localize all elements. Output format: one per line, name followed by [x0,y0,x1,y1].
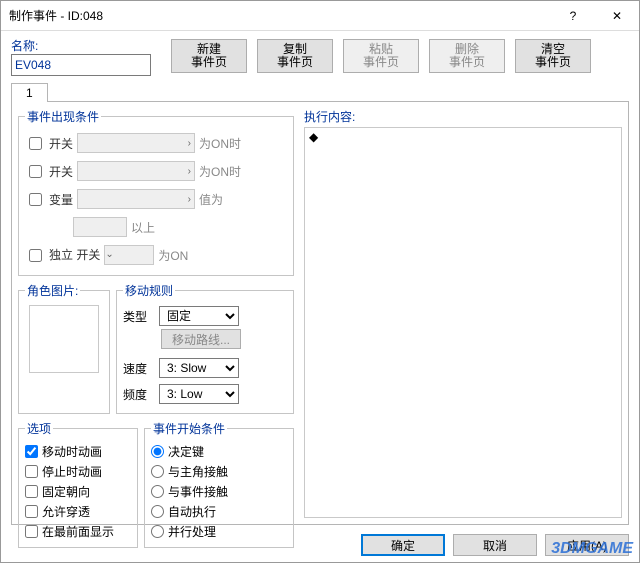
trig-action[interactable] [151,445,164,458]
cond-switch1-label: 开关 [49,135,73,152]
cond-switch2-label: 开关 [49,163,73,180]
move-type-select[interactable]: 固定 [159,306,239,326]
cond-variable-suffix: 值为 [199,191,223,208]
cond-variable-check[interactable] [29,193,42,206]
chevron-down-icon: ⌄ [105,249,113,260]
tab-body: 事件出现条件 开关 › 为ON时 开关 › 为ON时 [11,101,629,525]
chevron-right-icon: › [188,138,191,149]
cond-switch2-check[interactable] [29,165,42,178]
character-image-box[interactable] [29,305,99,373]
tab-1[interactable]: 1 [11,83,48,102]
close-icon: ✕ [612,9,622,23]
trigger-group: 事件开始条件 决定键 与主角接触 与事件接触 自动执行 并行处理 [144,420,294,548]
move-type-label: 类型 [123,308,153,325]
new-page-button[interactable]: 新建事件页 [171,39,247,73]
cond-variable-value[interactable] [73,217,127,237]
ok-button[interactable]: 确定 [361,534,445,556]
character-image-legend: 角色图片: [25,282,80,299]
clear-page-button[interactable]: 清空事件页 [515,39,591,73]
options-group: 选项 移动时动画 停止时动画 固定朝向 允许穿透 在最前面显示 [18,420,138,548]
name-input[interactable] [11,54,151,76]
name-label: 名称: [11,39,38,53]
trig-player-touch[interactable] [151,465,164,478]
cond-selfswitch-suffix: 为ON [158,247,188,264]
page-buttons: 新建事件页 复制事件页 粘贴事件页 删除事件页 清空事件页 [171,39,591,73]
delete-page-button[interactable]: 删除事件页 [429,39,505,73]
conditions-legend: 事件出现条件 [25,108,101,125]
cond-selfswitch-label: 独立 开关 [49,249,100,261]
dialog-window: 制作事件 - ID:048 ? ✕ 名称: 新建事件页 复制事件页 粘贴事件页 … [0,0,640,563]
move-speed-select[interactable]: 3: Slow [159,358,239,378]
right-pane: 执行内容: ◆ [300,102,628,524]
options-legend: 选项 [25,420,53,437]
cond-selfswitch-check[interactable] [29,249,42,262]
help-icon: ? [570,9,577,23]
titlebar: 制作事件 - ID:048 ? ✕ [1,1,639,31]
opt-always-top[interactable] [25,525,38,538]
copy-page-button[interactable]: 复制事件页 [257,39,333,73]
chevron-right-icon: › [188,166,191,177]
exec-label: 执行内容: [304,108,622,125]
conditions-group: 事件出现条件 开关 › 为ON时 开关 › 为ON时 [18,108,294,276]
exec-list[interactable]: ◆ [304,127,622,518]
paste-page-button[interactable]: 粘贴事件页 [343,39,419,73]
cancel-button[interactable]: 取消 [453,534,537,556]
client-area: 名称: 新建事件页 复制事件页 粘贴事件页 删除事件页 清空事件页 1 事件出现… [1,31,639,562]
close-button[interactable]: ✕ [595,1,639,31]
chevron-right-icon: › [188,194,191,205]
cond-variable-combo[interactable]: › [77,189,195,209]
move-speed-label: 速度 [123,360,153,377]
left-pane: 事件出现条件 开关 › 为ON时 开关 › 为ON时 [12,102,300,524]
cond-switch1-suffix: 为ON时 [199,135,241,152]
exec-line: ◆ [309,130,617,144]
trig-parallel[interactable] [151,525,164,538]
move-route-button[interactable]: 移动路线... [161,329,241,349]
cond-switch2-combo[interactable]: › [77,161,195,181]
cond-switch2-suffix: 为ON时 [199,163,241,180]
cond-switch1-check[interactable] [29,137,42,150]
page-tabs: 1 事件出现条件 开关 › 为ON时 开关 [11,82,629,525]
apply-button[interactable]: 应用(A) [545,534,629,556]
trigger-legend: 事件开始条件 [151,420,227,437]
help-button[interactable]: ? [551,1,595,31]
opt-step-anim[interactable] [25,465,38,478]
movement-group: 移动规则 类型 固定 移动路线... 速度 3: Slow 频 [116,282,294,414]
move-freq-label: 频度 [123,386,153,403]
opt-through[interactable] [25,505,38,518]
trig-event-touch[interactable] [151,485,164,498]
window-title: 制作事件 - ID:048 [9,7,551,24]
opt-fix-dir[interactable] [25,485,38,498]
cond-variable-value-suffix: 以上 [131,219,155,236]
cond-variable-label: 变量 [49,191,73,208]
cond-switch1-combo[interactable]: › [77,133,195,153]
movement-legend: 移动规则 [123,282,175,299]
opt-walk-anim[interactable] [25,445,38,458]
dialog-footer: 确定 取消 应用(A) [361,534,629,556]
move-freq-select[interactable]: 3: Low [159,384,239,404]
trig-autorun[interactable] [151,505,164,518]
cond-selfswitch-combo[interactable]: ⌄ [104,245,154,265]
character-image-group: 角色图片: [18,282,110,414]
